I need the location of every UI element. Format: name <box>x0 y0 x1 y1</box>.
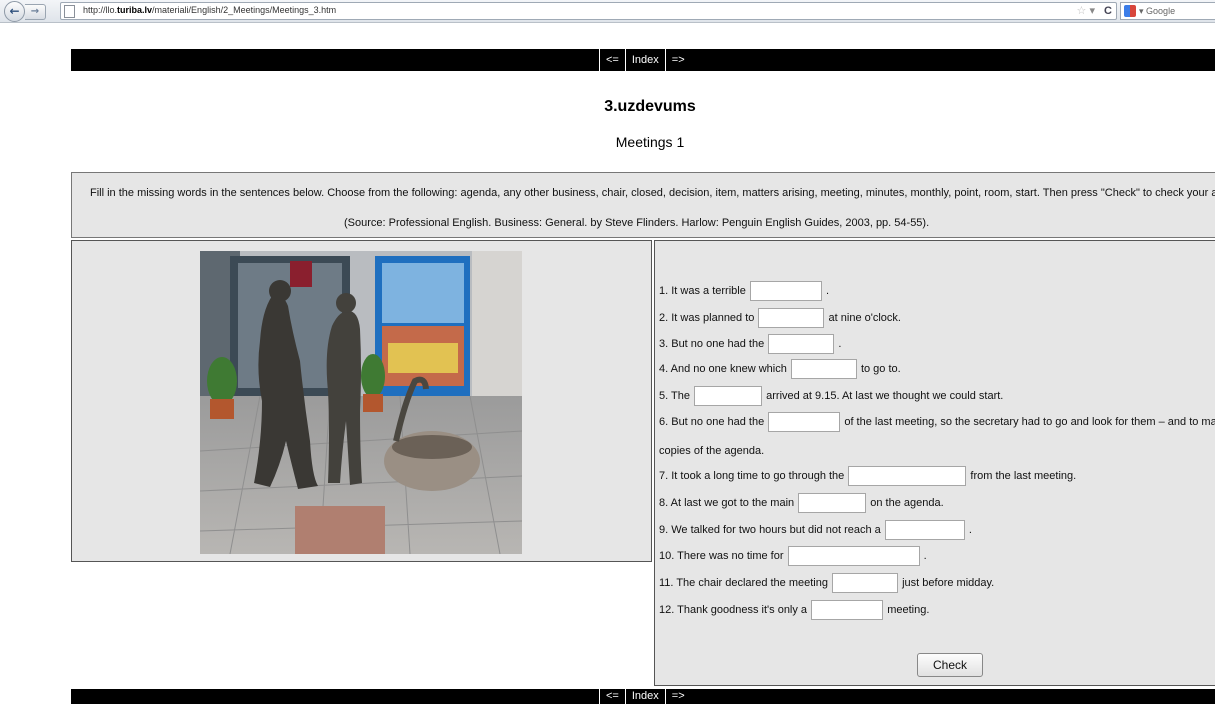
sentence-12: 12. Thank goodness it's only a meeting. <box>659 599 929 621</box>
answer-12-input[interactable] <box>811 600 884 621</box>
url-path: /materiali/English/2_Meetings/Meetings_3… <box>152 5 337 15</box>
answer-7-input[interactable] <box>848 466 967 487</box>
instructions-text: Fill in the missing words in the sentenc… <box>90 187 1215 199</box>
sentence-12-end: meeting. <box>887 604 930 616</box>
sentence-6-end: of the last meeting, so the secretary ha… <box>844 416 1215 428</box>
check-button[interactable]: Check <box>917 653 983 677</box>
instructions-box: Fill in the missing words in the sentenc… <box>71 172 1215 238</box>
answer-1-input[interactable] <box>749 281 822 302</box>
sentence-11-end: just before midday. <box>902 577 995 589</box>
answer-8-input[interactable] <box>798 493 867 514</box>
sentence-4-start: 4. And no one knew which <box>659 363 787 375</box>
answer-10-input[interactable] <box>787 546 920 567</box>
page-subtitle: Meetings 1 <box>615 134 685 150</box>
sentence-9-end: . <box>968 524 972 536</box>
source-citation: (Source: Professional English. Business:… <box>344 217 930 229</box>
sentence-6-start: 6. But no one had the <box>659 416 765 428</box>
prev-link[interactable]: <= <box>599 689 625 704</box>
sentence-10-start: 10. There was no time for <box>659 550 784 562</box>
sentence-5-start: 5. The <box>659 390 690 402</box>
answer-3-input[interactable] <box>768 334 835 355</box>
sentence-3-end: . <box>838 338 842 350</box>
sentence-8-end: on the agenda. <box>870 497 944 509</box>
sentence-7-end: from the last meeting. <box>970 470 1077 482</box>
url-actions: ☆ ▾ C <box>1077 3 1112 19</box>
sentence-8-start: 8. At last we got to the main <box>659 497 795 509</box>
sentence-3-start: 3. But no one had the <box>659 338 765 350</box>
search-placeholder: Google <box>1146 6 1176 16</box>
sentence-7-start: 7. It took a long time to go through the <box>659 470 845 482</box>
sentence-1-start: 1. It was a terrible <box>659 285 746 297</box>
bookmark-star-icon[interactable]: ☆ <box>1077 5 1087 17</box>
prev-link[interactable]: <= <box>599 49 625 71</box>
browser-toolbar: ← → http://llo.turiba.lv/materiali/Engli… <box>0 0 1215 23</box>
next-link[interactable]: => <box>664 49 691 71</box>
sentence-11: 11. The chair declared the meeting just … <box>659 572 994 594</box>
sentence-4-end: to go to. <box>860 363 901 375</box>
url-prefix: http://llo. <box>83 5 118 15</box>
sentence-2-end: at nine o'clock. <box>828 312 901 324</box>
sentence-9: 9. We talked for two hours but did not r… <box>659 519 972 541</box>
nav-buttons: ← → <box>4 1 56 22</box>
sentence-9-start: 9. We talked for two hours but did not r… <box>659 524 881 536</box>
sentence-1-end: . <box>825 285 830 297</box>
page-icon <box>64 5 75 18</box>
sentence-6-continued: copies of the agenda. <box>659 445 765 457</box>
page-title: 3.uzdevums <box>604 98 696 115</box>
sentence-11-start: 11. The chair declared the meeting <box>659 577 828 589</box>
reload-icon[interactable]: C <box>1104 3 1112 19</box>
sentence-3: 3. But no one had the . <box>659 333 841 355</box>
index-link[interactable]: Index <box>624 689 665 704</box>
bottom-nav-bar: <= Index => <box>71 689 1215 704</box>
sentence-2: 2. It was planned to at nine o'clock. <box>659 307 901 329</box>
exercise-panel: 1. It was a terrible . 2. It was planned… <box>654 240 1215 686</box>
sentence-10: 10. There was no time for . <box>659 545 927 567</box>
sentence-7: 7. It took a long time to go through the… <box>659 465 1076 487</box>
sentence-10-end: . <box>923 550 927 562</box>
sentence-8: 8. At last we got to the main on the age… <box>659 492 944 514</box>
back-arrow-icon[interactable]: ← <box>4 1 25 22</box>
answer-4-input[interactable] <box>790 359 857 380</box>
google-icon <box>1124 5 1136 17</box>
dropdown-arrow-icon[interactable]: ▾ <box>1089 5 1095 17</box>
sentence-5-end: arrived at 9.15. At last we thought we c… <box>766 390 1004 402</box>
next-link[interactable]: => <box>664 689 691 704</box>
sentence-1: 1. It was a terrible . <box>659 280 829 302</box>
sentence-6: 6. But no one had the of the last meetin… <box>659 411 1215 433</box>
search-dropdown-icon[interactable]: ▾ <box>1139 6 1144 16</box>
answer-11-input[interactable] <box>832 573 899 594</box>
answer-5-input[interactable] <box>694 386 763 407</box>
url-text: http://llo.turiba.lv/materiali/English/2… <box>83 5 336 15</box>
sentence-2-start: 2. It was planned to <box>659 312 755 324</box>
answer-6-input[interactable] <box>768 412 841 433</box>
forward-arrow-icon[interactable]: → <box>25 4 46 20</box>
top-nav-bar: <= Index => <box>71 49 1215 71</box>
answer-9-input[interactable] <box>884 520 965 541</box>
index-link[interactable]: Index <box>624 49 665 71</box>
answer-2-input[interactable] <box>758 308 825 329</box>
url-domain: turiba.lv <box>117 5 153 15</box>
sentence-12-start: 12. Thank goodness it's only a <box>659 604 808 616</box>
sentence-4: 4. And no one knew which to go to. <box>659 358 901 380</box>
sentence-5: 5. The arrived at 9.15. At last we thoug… <box>659 385 1003 407</box>
address-bar[interactable]: http://llo.turiba.lv/materiali/English/2… <box>60 2 1117 20</box>
search-box[interactable]: ▾ Google <box>1120 2 1215 20</box>
image-panel <box>71 240 652 562</box>
statue-photo <box>200 251 522 554</box>
